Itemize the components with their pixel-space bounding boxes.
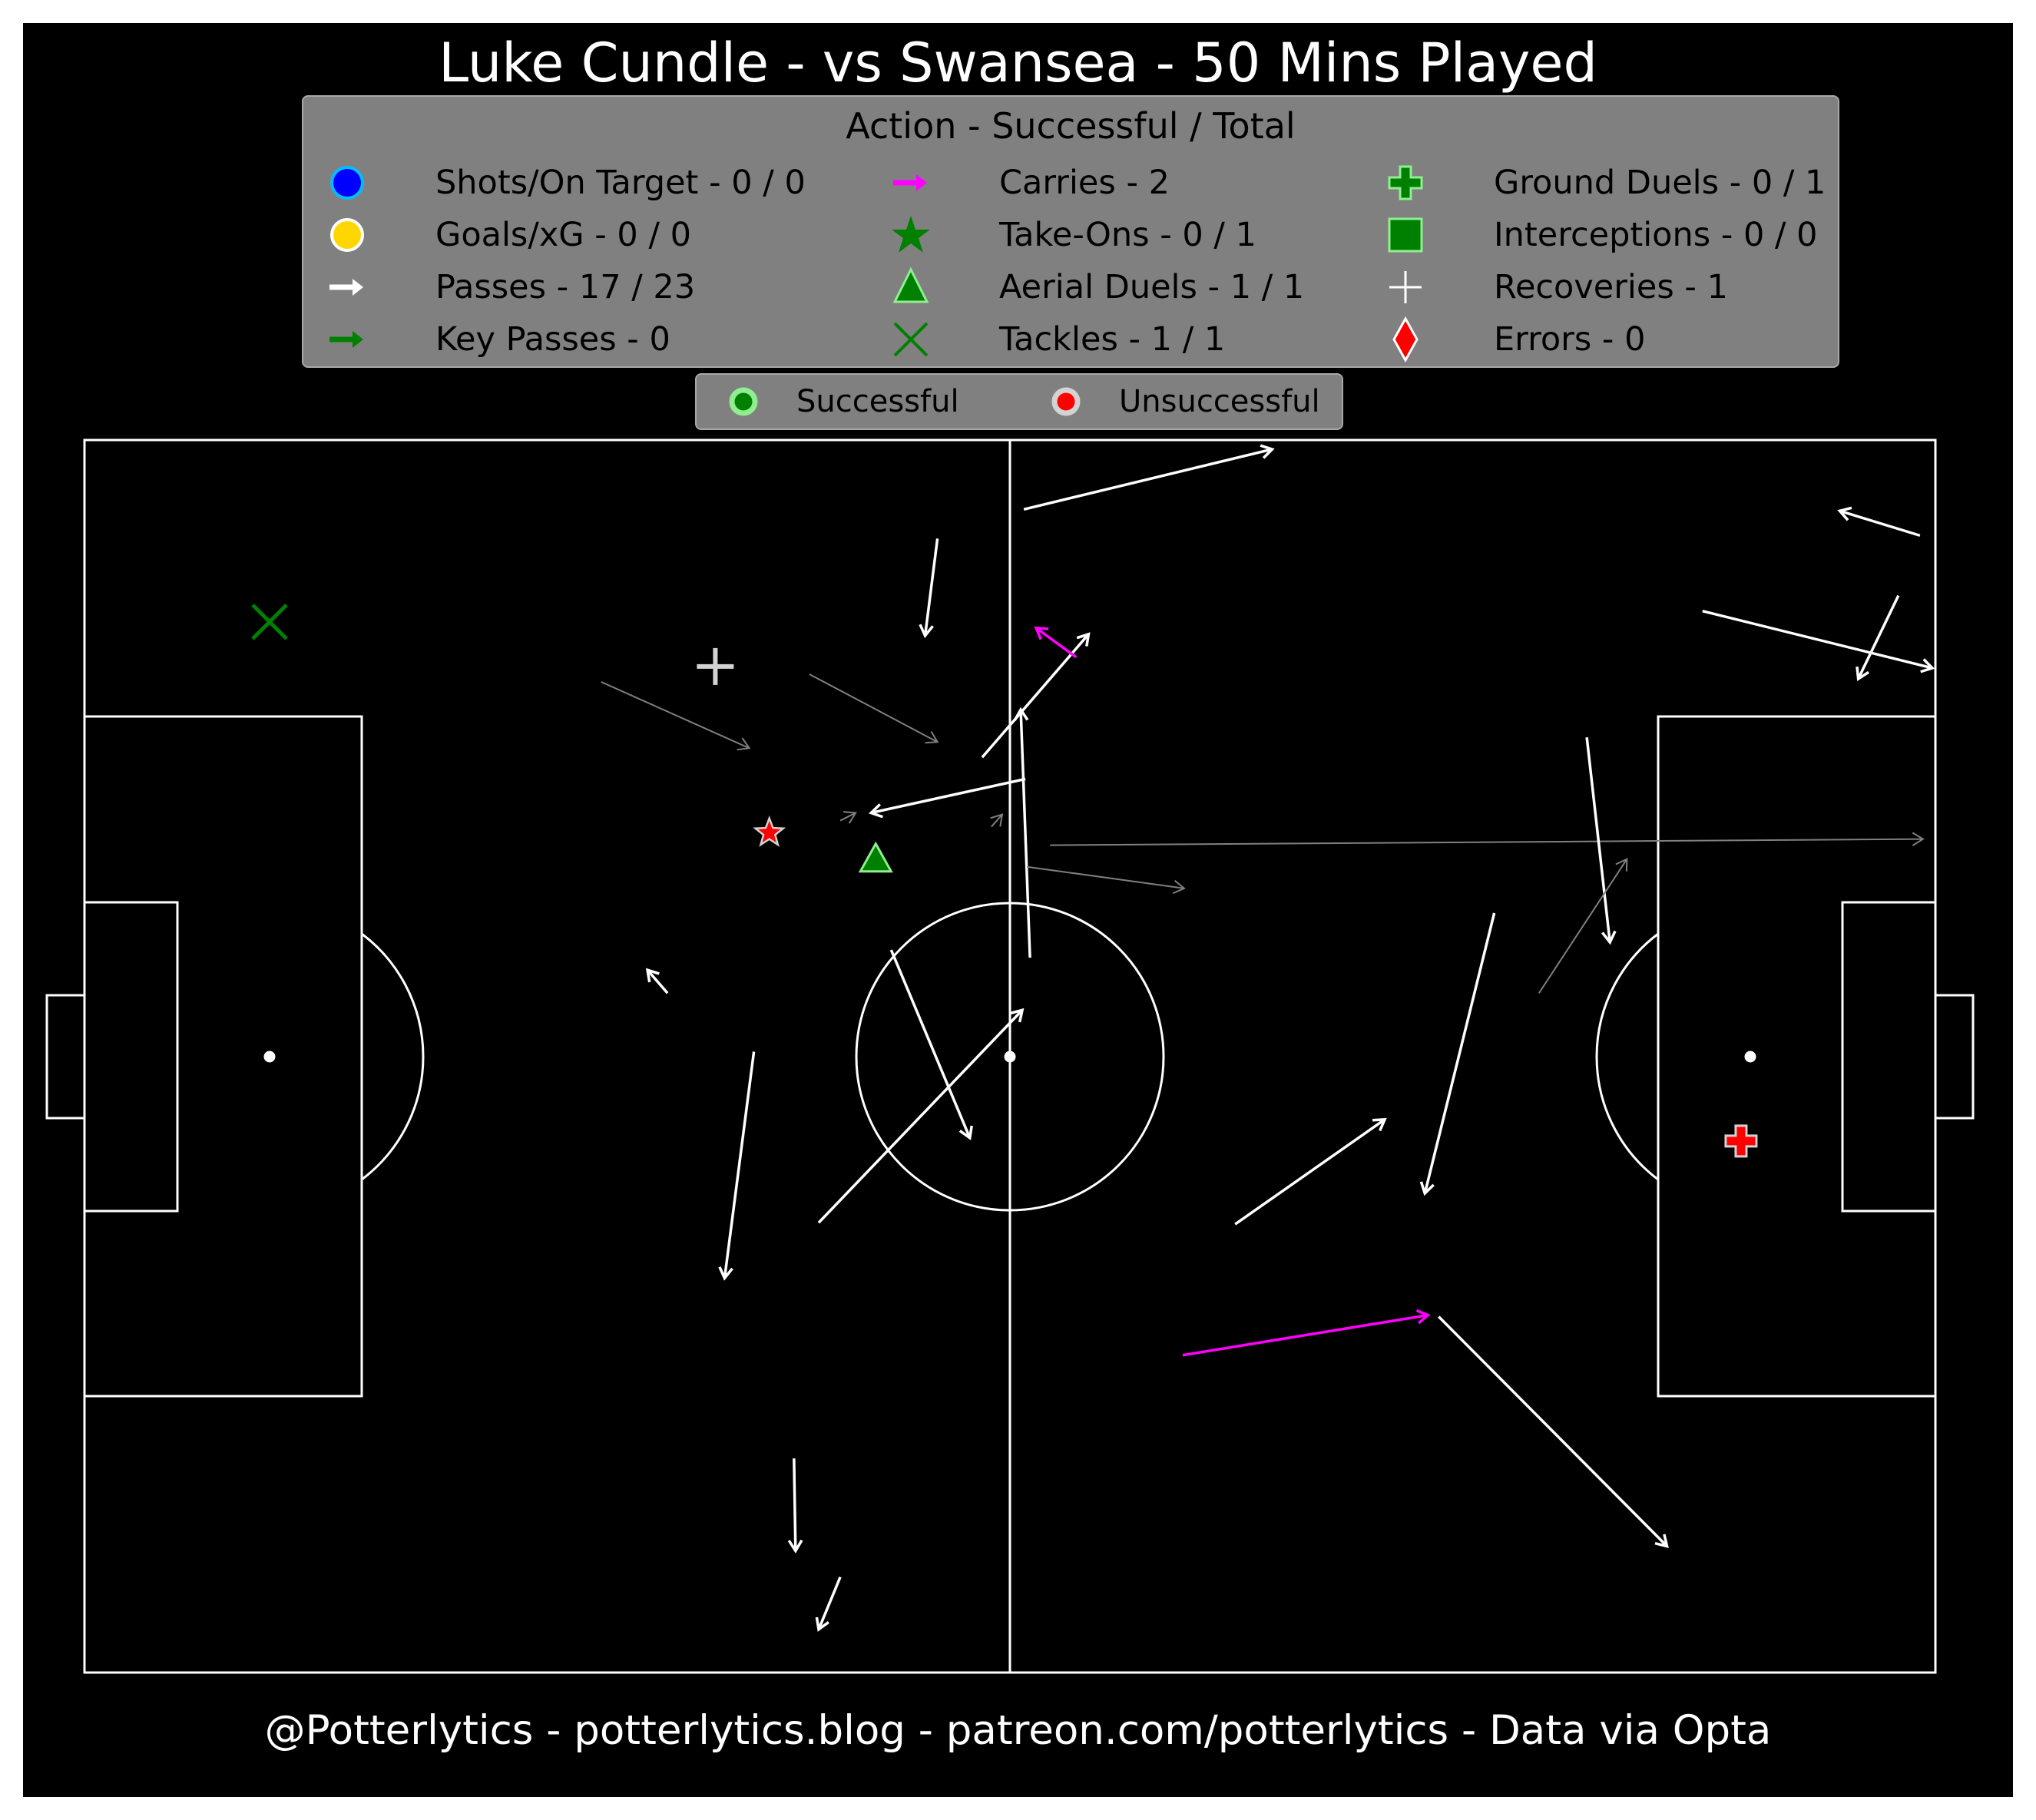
pass-arrow-successful: [1013, 706, 1031, 958]
carry-arrow: [1034, 626, 1078, 659]
pass-arrow-unsuccessful: [1538, 858, 1628, 994]
pass-arrow-successful: [919, 538, 939, 639]
pass-arrow-successful: [815, 1576, 842, 1632]
ground-duel-marker: [1724, 1124, 1758, 1158]
pitch-plot: [45, 438, 1975, 1674]
pass-arrow-successful: [1023, 444, 1275, 511]
left-penalty-area: [83, 715, 363, 1398]
pass-arrow-successful: [889, 949, 973, 1140]
centre-spot: [1004, 1051, 1016, 1063]
right-six-yard-box: [1841, 901, 1937, 1213]
pass-arrow-unsuccessful: [601, 681, 751, 751]
right-penalty-area: [1657, 715, 1937, 1398]
pitch-lines: [45, 438, 1975, 1674]
pass-arrow-successful: [1856, 594, 1900, 681]
pass-arrow-successful: [1702, 609, 1935, 673]
pass-arrow-successful: [1234, 1117, 1387, 1226]
pass-arrow-successful: [1419, 912, 1496, 1196]
pass-arrow-successful: [1837, 506, 1921, 538]
tackle-marker: [251, 603, 288, 640]
aerial-duel-marker: [858, 841, 893, 873]
recovery-marker: [697, 647, 734, 685]
pass-arrow-successful: [817, 1008, 1025, 1224]
carry-arrow: [1182, 1309, 1431, 1357]
right-penalty-arc: [1595, 932, 1659, 1181]
left-penalty-spot: [263, 1051, 276, 1063]
pass-arrow-successful: [1438, 1315, 1669, 1548]
left-six-yard-box: [83, 901, 179, 1213]
pass-arrow-successful: [645, 968, 669, 994]
pass-arrow-successful: [1585, 737, 1617, 945]
right-goal: [1934, 994, 1975, 1120]
pass-arrow-unsuccessful: [1026, 865, 1186, 895]
pass-arrow-successful: [718, 1051, 756, 1281]
pass-arrow-unsuccessful: [1050, 832, 1925, 846]
left-penalty-arc: [361, 932, 425, 1181]
chart-footer: @Potterlytics - potterlytics.blog - patr…: [264, 1707, 1772, 1754]
pass-arrow-successful: [981, 632, 1091, 759]
right-penalty-spot: [1744, 1051, 1756, 1063]
pass-arrow-successful: [787, 1458, 803, 1554]
pass-arrow-unsuccessful: [809, 673, 939, 744]
pass-arrow-unsuccessful: [839, 811, 857, 824]
pass-arrow-unsuccessful: [990, 813, 1004, 828]
pass-arrow-successful: [868, 777, 1026, 819]
take-on-marker: [753, 816, 786, 847]
left-goal: [45, 994, 86, 1120]
